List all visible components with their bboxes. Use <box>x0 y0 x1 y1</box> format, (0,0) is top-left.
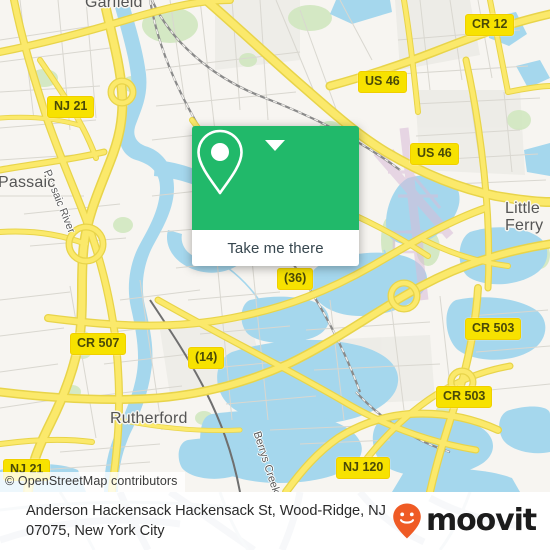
place-label-garfield: Garfield <box>85 0 143 11</box>
take-me-there-label: Take me there <box>227 239 324 257</box>
road-shield-cr-503-north: CR 503 <box>465 318 522 340</box>
road-shield-us-46-north: US 46 <box>358 71 407 93</box>
map-pin-icon <box>197 129 243 195</box>
road-shield-cr-503-south: CR 503 <box>436 386 493 408</box>
place-label-passaic: Passaic <box>0 174 56 191</box>
moovit-smiley-pin-icon <box>393 503 421 539</box>
moovit-logo[interactable]: moovit <box>392 502 537 540</box>
place-label-ferry: Ferry <box>505 217 544 234</box>
road-shield-36: (36) <box>277 268 314 290</box>
place-label-rutherford: Rutherford <box>110 410 188 427</box>
moovit-map-screenshot: Passaic River Berrys Creek Garfield Pass… <box>0 0 550 550</box>
road-shield-14: (14) <box>188 347 225 369</box>
road-shield-cr-507: CR 507 <box>70 333 127 355</box>
road-shield-cr-12: CR 12 <box>465 14 515 36</box>
map-attribution[interactable]: © OpenStreetMap contributors <box>0 472 185 492</box>
moovit-wordmark: moovit <box>425 503 537 538</box>
road-shield-nj-120: NJ 120 <box>336 457 391 479</box>
footer-bar: Anderson Hackensack Hackensack St, Wood-… <box>0 492 550 550</box>
road-shield-us-46-south: US 46 <box>410 143 459 165</box>
take-me-there-button[interactable]: Take me there <box>192 230 359 266</box>
place-label-little: Little <box>505 200 540 217</box>
location-title: Anderson Hackensack Hackensack St, Wood-… <box>26 503 386 539</box>
road-shield-nj-21: NJ 21 <box>47 96 95 118</box>
map-canvas[interactable]: Passaic River Berrys Creek Garfield Pass… <box>0 0 550 492</box>
popup-tail <box>265 140 285 151</box>
